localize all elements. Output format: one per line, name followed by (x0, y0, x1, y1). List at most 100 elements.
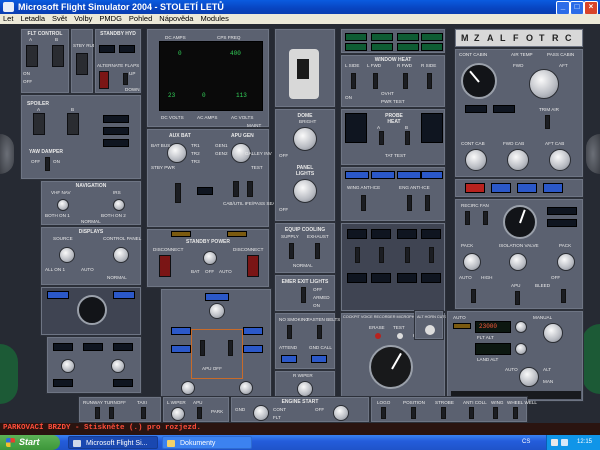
runway-turnoff-r-switch[interactable] (109, 407, 114, 419)
emer-exit-switch[interactable] (301, 287, 306, 303)
r-side-switch[interactable] (427, 73, 432, 89)
probe-a-switch[interactable] (379, 131, 384, 145)
task-flight-simulator[interactable]: Microsoft Flight Si... (68, 436, 158, 449)
equip-exhaust-switch[interactable] (315, 243, 320, 259)
r-wiper-knob[interactable] (297, 381, 313, 397)
alternate-flaps-arm-guard[interactable] (99, 71, 109, 89)
disconnect-right-guard[interactable] (247, 255, 259, 277)
eng2-anti-ice-switch[interactable] (425, 195, 430, 211)
hyd-switch-3[interactable] (405, 247, 410, 263)
position-switch[interactable] (411, 407, 416, 419)
wheel-well-switch[interactable] (513, 407, 518, 419)
wing-switch[interactable] (493, 407, 498, 419)
engine-1-start-knob[interactable] (253, 405, 269, 421)
gen-selector[interactable] (209, 303, 225, 319)
erase-button[interactable] (375, 333, 381, 339)
ife-switch[interactable] (247, 181, 253, 197)
network-icon[interactable] (561, 439, 568, 446)
apu-switch[interactable] (197, 407, 202, 419)
volume-icon[interactable] (551, 439, 558, 446)
window-titlebar[interactable]: Microsoft Flight Simulator 2004 - STOLET… (0, 0, 600, 15)
panel-lights-knob[interactable] (293, 179, 317, 203)
menu-let[interactable]: Let (3, 14, 13, 24)
menu-napoveda[interactable]: Nápověda (159, 14, 193, 24)
minimize-button[interactable]: _ (556, 1, 570, 15)
runway-turnoff-l-switch[interactable] (95, 407, 100, 419)
menu-pohled[interactable]: Pohled (129, 14, 152, 24)
strobe-switch[interactable] (441, 407, 446, 419)
gen-knob-right[interactable] (239, 381, 253, 395)
battery-switch[interactable] (175, 183, 181, 203)
flt-alt-knob[interactable] (515, 321, 527, 333)
hyd-switch-1[interactable] (355, 247, 360, 263)
taxi-switch[interactable] (141, 407, 146, 419)
dome-light-knob[interactable] (293, 127, 317, 151)
flt-control-b-guard[interactable] (52, 45, 64, 67)
l-side-switch[interactable] (351, 73, 356, 89)
pack-l-selector[interactable] (463, 253, 481, 271)
eng1-anti-ice-switch[interactable] (407, 195, 412, 211)
aft-cab-temp-knob[interactable] (549, 149, 571, 171)
trim-air-switch[interactable] (545, 115, 550, 129)
cab-util-switch[interactable] (233, 181, 239, 197)
bleed-2-switch[interactable] (561, 289, 566, 303)
close-button[interactable]: × (584, 1, 598, 15)
gnd-call-button[interactable] (311, 355, 327, 363)
displays-source-selector[interactable] (59, 247, 75, 263)
anti-coll-switch[interactable] (469, 407, 474, 419)
hyd-switch-4[interactable] (429, 247, 434, 263)
menu-svet[interactable]: Svět (52, 14, 67, 24)
cont-cab-temp-knob[interactable] (465, 149, 487, 171)
disconnect-left-guard[interactable] (159, 255, 171, 277)
standby-power-selector[interactable] (203, 251, 217, 265)
recirc-fan-r-switch[interactable] (483, 211, 488, 225)
logo-switch[interactable] (381, 407, 386, 419)
vhf-nav-selector[interactable] (57, 199, 69, 211)
apu-bleed-switch[interactable] (515, 291, 520, 305)
no-smoking-switch[interactable] (287, 325, 292, 339)
yaw-damper-switch[interactable] (45, 157, 50, 171)
spoiler-b-guard[interactable] (67, 113, 79, 135)
menu-modules[interactable]: Modules (200, 14, 228, 24)
land-alt-knob[interactable] (515, 343, 527, 355)
fwd-cab-temp-knob[interactable] (507, 149, 529, 171)
alternate-flaps-switch[interactable] (123, 73, 128, 85)
fuel-knob-2[interactable] (111, 359, 125, 373)
clock[interactable]: 12:15 (577, 435, 592, 450)
spoiler-a-guard[interactable] (33, 113, 45, 135)
r-fwd-switch[interactable] (403, 73, 408, 89)
displays-control-selector[interactable] (113, 247, 129, 263)
recirc-fan-l-switch[interactable] (465, 211, 470, 225)
stby-rud-guard[interactable] (76, 53, 88, 75)
engine-2-start-knob[interactable] (333, 405, 349, 421)
outflow-valve-knob[interactable] (543, 323, 563, 343)
attend-button[interactable] (281, 355, 297, 363)
menu-pmdg[interactable]: PMDG (99, 14, 122, 24)
air-temp-source-selector[interactable] (529, 69, 559, 99)
isolation-valve-selector[interactable] (509, 253, 527, 271)
pack-r-selector[interactable] (557, 253, 575, 271)
apu-gen-switch-1[interactable] (200, 340, 205, 356)
bleed-1-switch[interactable] (471, 289, 476, 303)
menu-letadla[interactable]: Letadla (20, 14, 45, 24)
fuel-knob-1[interactable] (61, 359, 75, 373)
wing-anti-ice-switch[interactable] (361, 195, 366, 211)
probe-b-switch[interactable] (405, 131, 410, 145)
press-mode-selector[interactable] (519, 367, 539, 387)
irs-selector[interactable] (113, 199, 125, 211)
l-wiper-knob[interactable] (171, 407, 185, 421)
start-button[interactable]: Start (0, 435, 60, 450)
flt-control-a-guard[interactable] (26, 45, 38, 67)
language-indicator[interactable]: CS (522, 436, 530, 449)
fasten-belts-switch[interactable] (317, 325, 322, 339)
task-dokumenty[interactable]: Dokumenty (162, 436, 252, 449)
l-fwd-switch[interactable] (373, 73, 378, 89)
equip-supply-switch[interactable] (289, 243, 294, 259)
menu-volby[interactable]: Volby (74, 14, 92, 24)
gen-knob-left[interactable] (181, 381, 195, 395)
apu-gen-switch-2[interactable] (228, 340, 233, 356)
alt-horn-cutout-button[interactable] (425, 325, 435, 335)
hyd-switch-2[interactable] (379, 247, 384, 263)
cvr-test-button[interactable] (397, 333, 403, 339)
maximize-button[interactable]: □ (570, 1, 584, 15)
